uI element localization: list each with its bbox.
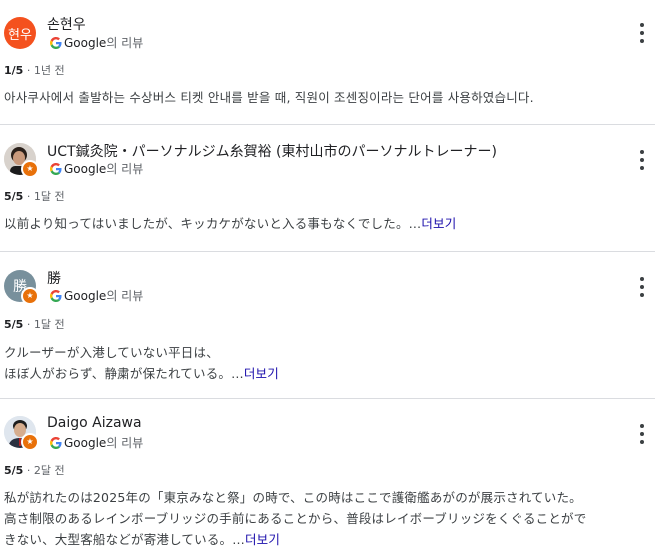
source-brand: Google bbox=[64, 35, 107, 50]
avatar[interactable]: ★ bbox=[4, 416, 39, 451]
reviewer-name[interactable]: 손현우 bbox=[47, 14, 86, 34]
review-time: 1달 전 bbox=[33, 318, 65, 331]
source-brand: Google bbox=[64, 435, 107, 450]
google-g-icon bbox=[50, 36, 62, 49]
review-text-line: きない、大型客船などが寄港している。…더보기 bbox=[4, 532, 281, 547]
source-suffix: 의 리뷰 bbox=[106, 36, 144, 50]
review-meta: 5/5 · 1달 전 bbox=[4, 316, 65, 332]
review-text-line: 私が訪れたのは2025年の「東京みなと祭」の時で、この時はここで護衛艦あがのが展… bbox=[4, 490, 582, 505]
more-options-button[interactable] bbox=[637, 424, 647, 444]
review-time: 2달 전 bbox=[33, 464, 65, 477]
source-brand: Google bbox=[64, 161, 107, 176]
avatar-initials: 현우 bbox=[4, 17, 36, 49]
review-source: Google 의 리뷰 bbox=[50, 287, 143, 304]
avatar[interactable]: 勝 ★ bbox=[4, 270, 39, 305]
read-more-link[interactable]: 더보기 bbox=[421, 216, 456, 231]
rating: 5/5 bbox=[4, 190, 24, 203]
review-meta: 5/5 · 2달 전 bbox=[4, 462, 65, 478]
reviewer-name[interactable]: 勝 bbox=[47, 268, 61, 288]
more-options-button[interactable] bbox=[637, 277, 647, 297]
google-g-icon bbox=[50, 436, 62, 449]
google-g-icon bbox=[50, 289, 62, 302]
review-text: 以前より知ってはいましたが、キッカケがないと入る事もなくでした。…더보기 bbox=[4, 213, 456, 234]
local-guide-badge-icon: ★ bbox=[21, 160, 39, 178]
review-source: Google 의 리뷰 bbox=[50, 34, 143, 51]
review-card: ★ Daigo Aizawa Google 의 리뷰 5/5 · 2달 전 私が訪… bbox=[0, 399, 662, 560]
review-text: クルーザーが入港していない平日は、 ほぼ人がおらず、静粛が保たれている。…더보기 bbox=[4, 342, 279, 384]
rating: 5/5 bbox=[4, 318, 24, 331]
review-text-line: クルーザーが入港していない平日は、 bbox=[4, 345, 219, 360]
separator: · bbox=[26, 318, 31, 331]
source-suffix: 의 리뷰 bbox=[106, 436, 144, 450]
review-text: 아사쿠사에서 출발하는 수상버스 티켓 안내를 받을 때, 직원이 조센징이라는… bbox=[4, 87, 534, 108]
review-card: ★ UCT鍼灸院・パーソナルジム糸賀裕 (東村山市のパーソナルトレーナー) Go… bbox=[0, 125, 662, 251]
read-more-link[interactable]: 더보기 bbox=[244, 366, 279, 381]
separator: · bbox=[26, 464, 31, 477]
review-time: 1달 전 bbox=[33, 190, 65, 203]
separator: · bbox=[26, 64, 31, 77]
review-source: Google 의 리뷰 bbox=[50, 160, 143, 177]
review-meta: 5/5 · 1달 전 bbox=[4, 188, 65, 204]
review-card: 현우 손현우 Google 의 리뷰 1/5 · 1년 전 아사쿠사에서 출발하는… bbox=[0, 0, 662, 125]
local-guide-badge-icon: ★ bbox=[21, 287, 39, 305]
review-text-line: ほぼ人がおらず、静粛が保たれている。…더보기 bbox=[4, 366, 279, 381]
reviewer-name[interactable]: UCT鍼灸院・パーソナルジム糸賀裕 (東村山市のパーソナルトレーナー) bbox=[47, 141, 497, 161]
rating: 5/5 bbox=[4, 464, 24, 477]
review-time: 1년 전 bbox=[33, 64, 65, 77]
review-meta: 1/5 · 1년 전 bbox=[4, 62, 65, 78]
source-suffix: 의 리뷰 bbox=[106, 289, 144, 303]
avatar[interactable]: 현우 bbox=[4, 17, 36, 49]
source-brand: Google bbox=[64, 288, 107, 303]
review-source: Google 의 리뷰 bbox=[50, 434, 143, 451]
more-options-button[interactable] bbox=[637, 23, 647, 43]
review-text-line: 아사쿠사에서 출발하는 수상버스 티켓 안내를 받을 때, 직원이 조센징이라는… bbox=[4, 90, 534, 105]
review-text-line: 以前より知ってはいましたが、キッカケがないと入る事もなくでした。…더보기 bbox=[4, 216, 457, 231]
source-suffix: 의 리뷰 bbox=[106, 162, 144, 176]
local-guide-badge-icon: ★ bbox=[21, 433, 39, 451]
review-text-line: 高さ制限のあるレインボーブリッジの手前にあることから、普段はレイボーブリッジをく… bbox=[4, 511, 587, 526]
review-card: 勝 ★ 勝 Google 의 리뷰 5/5 · 1달 전 クルーザーが入港していな… bbox=[0, 252, 662, 398]
reviewer-name[interactable]: Daigo Aizawa bbox=[47, 415, 142, 431]
google-g-icon bbox=[50, 162, 62, 175]
rating: 1/5 bbox=[4, 64, 24, 77]
more-options-button[interactable] bbox=[637, 150, 647, 170]
review-text: 私が訪れたのは2025年の「東京みなと祭」の時で、この時はここで護衛艦あがのが展… bbox=[4, 487, 586, 550]
avatar[interactable]: ★ bbox=[4, 143, 39, 178]
read-more-link[interactable]: 더보기 bbox=[245, 532, 280, 547]
separator: · bbox=[26, 190, 31, 203]
